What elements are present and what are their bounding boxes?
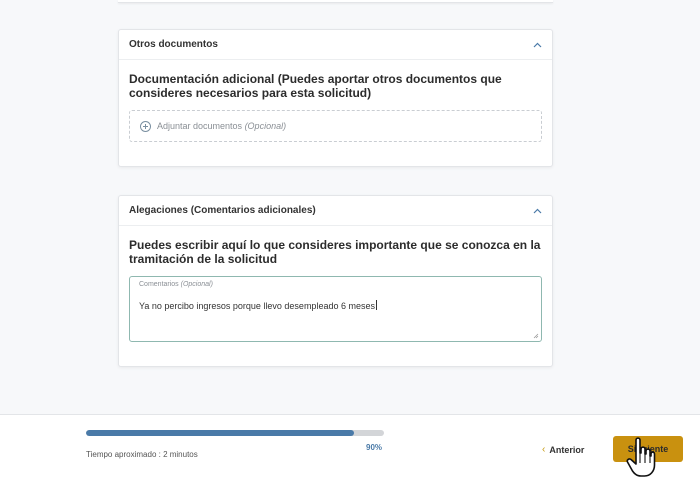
resize-handle-icon[interactable] bbox=[533, 333, 539, 339]
text-caret bbox=[375, 300, 377, 310]
chevron-up-icon[interactable] bbox=[532, 40, 542, 50]
chevron-up-icon[interactable] bbox=[532, 206, 542, 216]
footer-bar: 90% Tiempo aproximado : 2 minutos ‹ Ante… bbox=[0, 414, 700, 486]
alegaciones-card: Alegaciones (Comentarios adicionales) Pu… bbox=[118, 195, 553, 367]
otros-documentos-header[interactable]: Otros documentos bbox=[119, 30, 552, 60]
alegaciones-header[interactable]: Alegaciones (Comentarios adicionales) bbox=[119, 196, 552, 226]
previous-card-edge bbox=[118, 0, 553, 3]
comentarios-label: Comentarios (Opcional) bbox=[139, 281, 213, 288]
estimated-time: Tiempo aproximado : 2 minutos bbox=[86, 450, 198, 459]
comentarios-value: Ya no percibo ingresos porque llevo dese… bbox=[139, 300, 377, 311]
previous-button[interactable]: ‹ Anterior bbox=[542, 443, 584, 457]
hand-cursor-icon bbox=[626, 437, 656, 477]
alegaciones-question: Puedes escribir aquí lo que consideres i… bbox=[129, 238, 541, 266]
attach-documents-label: Adjuntar documentos (Opcional) bbox=[157, 121, 287, 131]
attach-documents-button[interactable]: Adjuntar documentos (Opcional) bbox=[129, 110, 542, 142]
otros-documentos-title: Otros documentos bbox=[129, 39, 218, 50]
progress-bar bbox=[86, 430, 384, 436]
comentarios-textarea[interactable]: Comentarios (Opcional) Ya no percibo ing… bbox=[129, 276, 542, 342]
otros-documentos-question: Documentación adicional (Puedes aportar … bbox=[129, 72, 502, 100]
otros-documentos-card: Otros documentos Documentación adicional… bbox=[118, 29, 553, 167]
previous-label: Anterior bbox=[549, 445, 585, 455]
progress-fill bbox=[86, 430, 355, 436]
alegaciones-title: Alegaciones (Comentarios adicionales) bbox=[129, 205, 316, 216]
progress-percentage: 90% bbox=[366, 443, 383, 452]
chevron-left-icon: ‹ bbox=[542, 444, 546, 455]
plus-circle-icon bbox=[140, 120, 151, 132]
